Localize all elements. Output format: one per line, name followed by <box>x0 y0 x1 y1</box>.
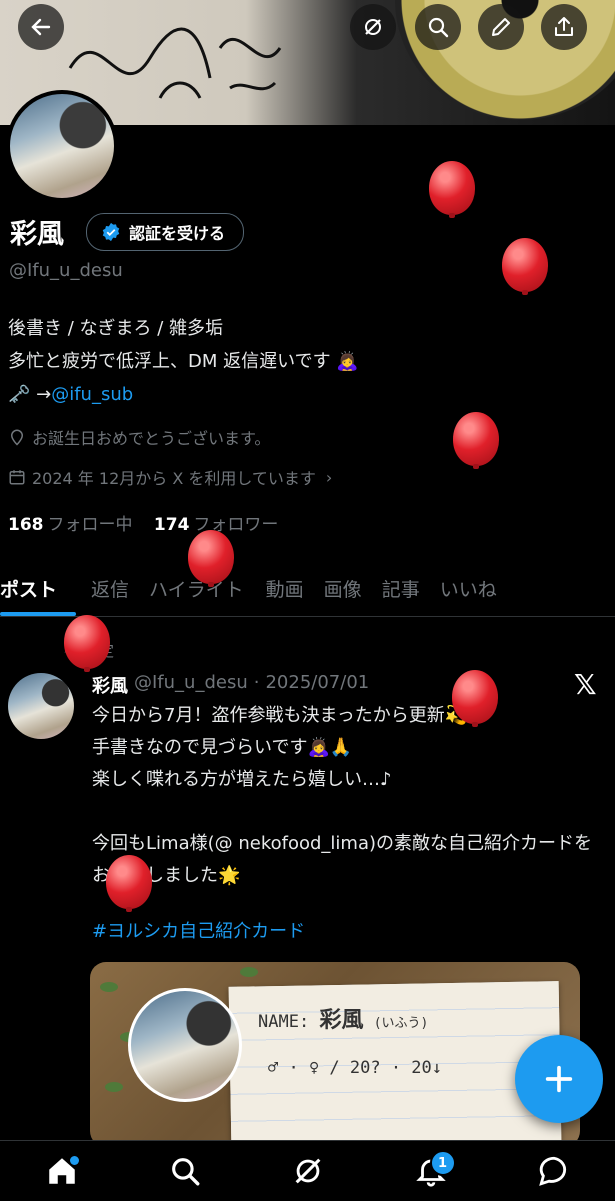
card-name-reading: (いふう) <box>373 1016 429 1031</box>
tab-videos[interactable]: 動画 <box>256 560 316 616</box>
balloon-decoration <box>106 855 152 912</box>
grok-nav-icon <box>295 1158 320 1184</box>
home-unread-dot <box>69 1156 79 1165</box>
profile-bio: 後書き / なぎまろ / 雑多垢 多忙と疲労で低浮上、DM 返信遅いです 🙇‍♀… <box>8 312 359 411</box>
x-logo-icon: 𝕏 <box>574 668 597 701</box>
leaf-decoration <box>100 982 118 992</box>
back-arrow-icon <box>31 18 51 36</box>
birthday-text: お誕生日おめでとうございます。 <box>32 429 271 448</box>
calendar-icon <box>9 470 25 485</box>
post-body: 今日から7月！盗作参戦も決まったから更新💫 手書きなので見づらいです🙇‍♀️🙏 … <box>92 705 592 886</box>
balloon-decoration <box>452 670 498 727</box>
profile-avatar[interactable] <box>6 90 118 202</box>
leaf-decoration <box>105 1082 123 1092</box>
card-name-value: 彩風 <box>319 1008 364 1033</box>
grok-button[interactable] <box>350 4 396 50</box>
verified-badge-icon <box>102 222 120 242</box>
bottom-navigation: 1 <box>0 1140 615 1201</box>
post-handle[interactable]: @Ifu_u_desu <box>134 672 248 698</box>
tab-images[interactable]: 画像 <box>316 560 374 616</box>
nav-messages[interactable] <box>529 1146 579 1196</box>
profile-name: 彩風 <box>10 219 64 250</box>
grok-icon <box>365 19 381 35</box>
share-button[interactable] <box>541 4 587 50</box>
plus-icon <box>545 1065 573 1093</box>
joined-row[interactable]: 2024 年 12月から X を利用しています › <box>8 465 332 489</box>
compose-button[interactable] <box>515 1035 603 1123</box>
profile-handle: @Ifu_u_desu <box>9 260 123 281</box>
banner-signature <box>68 27 282 99</box>
balloon-decoration <box>429 161 475 218</box>
card-gender-age: ♂ · ♀ / 20? · 20↓ <box>268 1058 442 1078</box>
get-verified-button[interactable]: 認証を受ける <box>86 213 245 251</box>
chevron-right-icon: › <box>325 467 333 487</box>
edit-icon <box>492 18 510 36</box>
nav-notifications[interactable]: 1 <box>406 1146 456 1196</box>
share-icon <box>555 17 573 36</box>
post-image-card[interactable]: NAME: 彩風 (いふう) ♂ · ♀ / 20? · 20↓ <box>90 962 580 1147</box>
search-icon <box>428 17 449 38</box>
following-label: フォロー中 <box>47 515 133 535</box>
balloon-decoration <box>64 615 110 672</box>
follow-stats: 168 フォロー中 174 フォロワー <box>8 510 278 535</box>
card-name-label: NAME: <box>258 1012 310 1032</box>
notifications-badge: 1 <box>429 1150 456 1176</box>
post-avatar[interactable] <box>8 673 74 739</box>
birthday-row: お誕生日おめでとうございます。 <box>8 425 270 449</box>
post-header: 彩風 @Ifu_u_desu · 2025/07/01 <box>92 672 369 698</box>
tab-posts[interactable]: ポスト <box>0 560 69 616</box>
nav-home[interactable] <box>37 1146 87 1196</box>
balloon-decoration <box>502 238 548 295</box>
tab-likes[interactable]: いいね <box>432 560 509 616</box>
search-button[interactable] <box>415 4 461 50</box>
search-nav-icon <box>171 1158 199 1186</box>
back-button[interactable] <box>18 4 64 50</box>
chat-icon <box>538 1156 566 1186</box>
bio-line-2: 多忙と疲労で低浮上、DM 返信遅いです 🙇‍♀️ <box>8 351 359 372</box>
following-link[interactable]: 168 フォロー中 <box>8 515 133 535</box>
joined-text: 2024 年 12月から X を利用しています <box>32 469 316 488</box>
get-verified-label: 認証を受ける <box>129 224 226 243</box>
profile-tabs: ポスト 返信 ハイライト 動画 画像 記事 いいね <box>0 560 615 617</box>
nav-search[interactable] <box>160 1146 210 1196</box>
edit-button[interactable] <box>478 4 524 50</box>
bio-line-1: 後書き / なぎまろ / 雑多垢 <box>8 318 224 339</box>
following-count: 168 <box>8 515 44 535</box>
card-name-line: NAME: 彩風 (いふう) <box>258 1002 428 1034</box>
post-hashtag[interactable]: #ヨルシカ自己紹介カード <box>92 917 305 943</box>
bio-line-3-prefix: 🗝️ → <box>8 384 52 405</box>
balloon-decoration <box>188 530 234 587</box>
card-avatar-image <box>128 988 242 1102</box>
post-date[interactable]: 2025/07/01 <box>265 672 369 698</box>
nav-grok[interactable] <box>283 1146 333 1196</box>
tab-replies[interactable]: 返信 <box>69 560 141 616</box>
balloon-decoration <box>453 412 499 469</box>
followers-count: 174 <box>153 515 190 535</box>
bio-link[interactable]: @ifu_sub <box>51 384 133 405</box>
leaf-decoration <box>240 967 258 977</box>
post-author[interactable]: 彩風 <box>92 672 128 698</box>
post-separator: · <box>253 672 260 693</box>
location-icon <box>10 429 24 446</box>
tab-articles[interactable]: 記事 <box>374 560 432 616</box>
active-tab-indicator <box>0 612 76 616</box>
